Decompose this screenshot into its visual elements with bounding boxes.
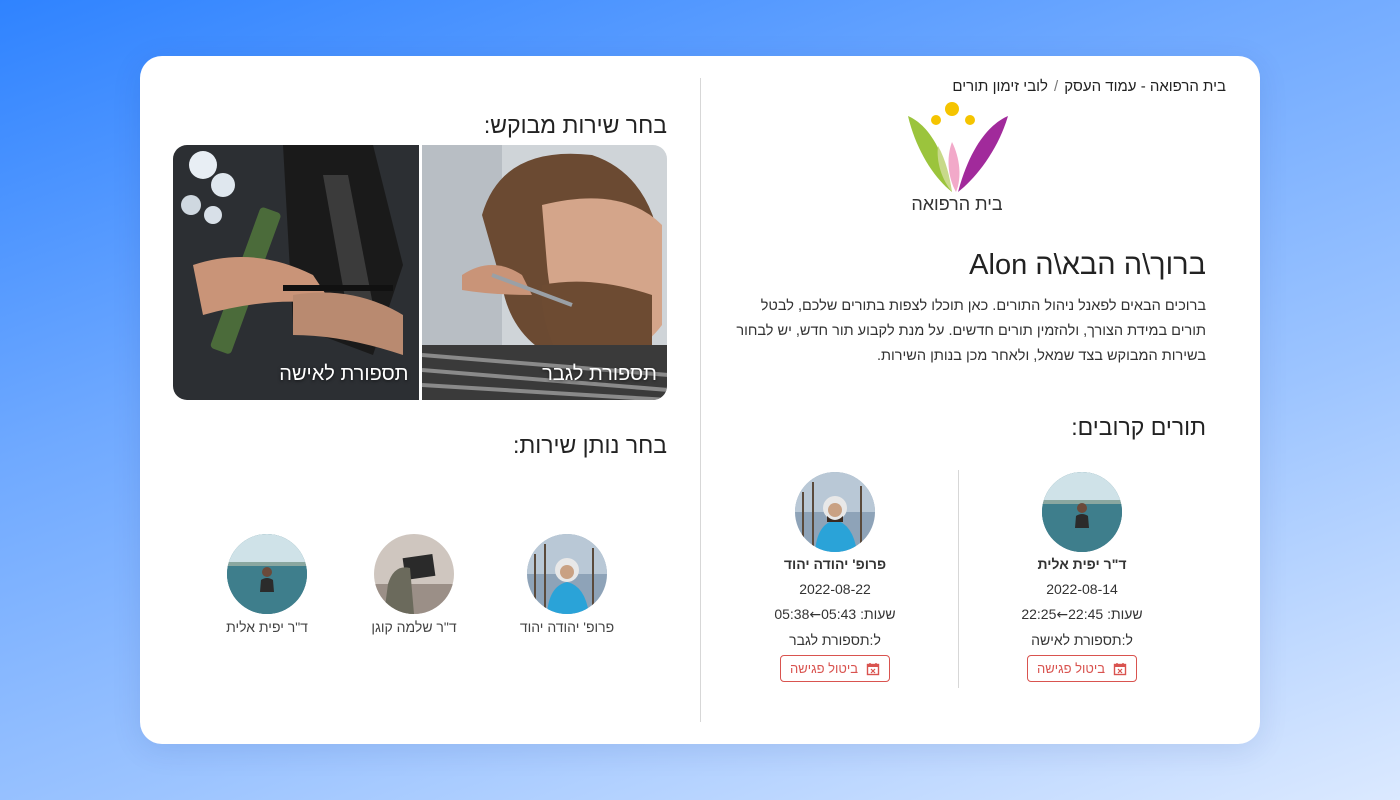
provider-name: פרופ' יהודה יהוד: [519, 619, 615, 635]
service-image: [173, 145, 419, 400]
service-label: תספורת לאישה: [279, 363, 409, 385]
provider-option[interactable]: ד"ר יפית אלית: [192, 534, 342, 635]
start-time: 22:45: [1068, 606, 1104, 622]
appointments-divider: [958, 470, 959, 688]
appointment-hours: שעות: 22:45←22:25: [982, 606, 1182, 623]
provider-option[interactable]: ד"ר שלמה קוגן: [339, 534, 489, 635]
end-time: 22:25: [1021, 606, 1057, 622]
service-image: [421, 145, 667, 400]
cancel-label: ביטול פגישה: [789, 661, 859, 676]
provider-option[interactable]: פרופ' יהודה יהוד: [492, 534, 642, 635]
services-grid: תספורת לאישה תספורת לגבר: [173, 145, 667, 400]
main-card: בית הרפואה - עמוד העסק/לובי זימון תורים …: [140, 56, 1260, 744]
breadcrumb-home-link[interactable]: בית הרפואה - עמוד העסק: [1064, 78, 1226, 95]
provider-avatar: [227, 534, 307, 614]
provider-avatar: [527, 534, 607, 614]
service-tile-men-haircut[interactable]: תספורת לגבר: [421, 145, 667, 400]
providers-title: בחר נותן שירות:: [512, 432, 667, 458]
start-time: 05:43: [821, 606, 857, 622]
cancel-label: ביטול פגישה: [1036, 661, 1106, 676]
appointment-service: ל:תספורת לאישה: [1031, 632, 1133, 648]
breadcrumb: בית הרפואה - עמוד העסק / לובי זימון תורים: [952, 78, 1226, 95]
upcoming-title: תורים קרובים:: [1071, 414, 1206, 440]
appointment-provider: פרופ' יהודה יהוד: [783, 556, 887, 572]
column-divider: [700, 78, 701, 722]
provider-name: ד"ר שלמה קוגן: [371, 619, 457, 635]
arrow-icon: ←: [1056, 607, 1069, 623]
provider-name: ד"ר יפית אלית: [226, 619, 308, 635]
service-tile-women-haircut[interactable]: תספורת לאישה: [173, 145, 419, 400]
hours-label: שעות:: [1107, 606, 1143, 622]
appointment-hours: שעות: 05:43←05:38: [735, 606, 935, 623]
appointment-provider: ד"ר יפית אלית: [1037, 556, 1127, 572]
provider-avatar: [1042, 472, 1122, 552]
arrow-icon: ←: [809, 607, 822, 623]
appointment-card: פרופ' יהודה יהוד 2022-08-22 שעות: 05:43←…: [735, 472, 935, 682]
welcome-heading: ברוך\ה הבא\ה Alon: [969, 249, 1206, 281]
breadcrumb-current: לובי זימון תורים: [952, 78, 1049, 95]
cancel-appointment-button[interactable]: ביטול פגישה: [1026, 655, 1138, 682]
appointment-date: 2022-08-22: [799, 581, 871, 597]
calendar-x-icon: [1113, 662, 1127, 675]
appointment-service: ל:תספורת לגבר: [789, 632, 881, 648]
provider-avatar: [374, 534, 454, 614]
calendar-x-icon: [866, 662, 880, 675]
appointment-date: 2022-08-14: [1046, 581, 1118, 597]
service-label: תספורת לגבר: [542, 363, 657, 385]
breadcrumb-separator: /: [1054, 78, 1059, 95]
hours-label: שעות:: [860, 606, 896, 622]
end-time: 05:38: [774, 606, 810, 622]
services-title: בחר שירות מבוקש:: [483, 112, 667, 138]
logo-text: בית הרפואה: [911, 194, 1003, 214]
intro-paragraph: ברוכים הבאים לפאנל ניהול התורים. כאן תוכ…: [736, 298, 1206, 364]
cancel-appointment-button[interactable]: ביטול פגישה: [779, 655, 891, 682]
appointment-card: ד"ר יפית אלית 2022-08-14 שעות: 22:45←22:…: [982, 472, 1182, 682]
provider-avatar: [795, 472, 875, 552]
